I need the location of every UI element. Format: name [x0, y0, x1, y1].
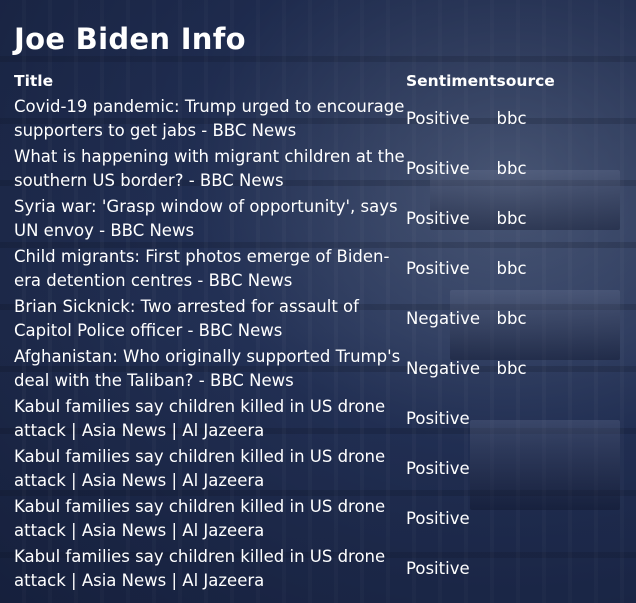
table-row: Kabul families say children killed in US… — [14, 544, 617, 594]
page-content: Joe Biden Info Title Sentiment source Co… — [0, 0, 636, 594]
table-row: Kabul families say children killed in US… — [14, 444, 617, 494]
row-source — [497, 444, 617, 494]
table-row: What is happening with migrant children … — [14, 144, 617, 194]
news-table: Title Sentiment source Covid-19 pandemic… — [14, 70, 617, 594]
row-source: bbc — [496, 159, 527, 178]
row-sentiment: Positive — [406, 409, 470, 428]
row-source: bbc — [496, 359, 527, 378]
row-sentiment: Positive — [406, 159, 470, 178]
table-row: Child migrants: First photos emerge of B… — [14, 244, 617, 294]
row-sentiment: Positive — [406, 459, 470, 478]
row-source: bbc — [496, 309, 527, 328]
row-title: Kabul families say children killed in US… — [14, 447, 386, 490]
row-sentiment: Negative — [406, 309, 481, 328]
row-sentiment: Positive — [406, 559, 470, 578]
row-title: What is happening with migrant children … — [14, 147, 405, 190]
row-source: bbc — [496, 259, 527, 278]
row-sentiment: Negative — [406, 359, 481, 378]
row-source — [497, 394, 617, 444]
row-sentiment: Positive — [406, 109, 470, 128]
row-title: Kabul families say children killed in US… — [14, 547, 386, 590]
row-source: bbc — [496, 109, 527, 128]
row-source — [497, 544, 617, 594]
table-row: Covid-19 pandemic: Trump urged to encour… — [14, 94, 617, 144]
row-source: bbc — [496, 209, 527, 228]
table-row: Afghanistan: Who originally supported Tr… — [14, 344, 617, 394]
row-title: Kabul families say children killed in US… — [14, 497, 386, 540]
table-row: Syria war: 'Grasp window of opportunity'… — [14, 194, 617, 244]
table-row: Brian Sicknick: Two arrested for assault… — [14, 294, 617, 344]
row-sentiment: Positive — [406, 259, 470, 278]
column-header-source: source — [496, 72, 555, 90]
row-title: Afghanistan: Who originally supported Tr… — [14, 347, 401, 390]
row-title: Brian Sicknick: Two arrested for assault… — [14, 297, 359, 340]
row-source — [497, 494, 617, 544]
row-sentiment: Positive — [406, 209, 470, 228]
row-sentiment: Positive — [406, 509, 470, 528]
row-title: Kabul families say children killed in US… — [14, 397, 386, 440]
table-row: Kabul families say children killed in US… — [14, 394, 617, 444]
row-title: Syria war: 'Grasp window of opportunity'… — [14, 197, 398, 240]
row-title: Covid-19 pandemic: Trump urged to encour… — [14, 97, 405, 140]
table-header-row: Title Sentiment source — [14, 70, 617, 94]
table-row: Kabul families say children killed in US… — [14, 494, 617, 544]
page-title: Joe Biden Info — [14, 22, 246, 56]
column-header-sentiment: Sentiment — [406, 72, 497, 90]
column-header-title: Title — [14, 72, 54, 90]
row-title: Child migrants: First photos emerge of B… — [14, 247, 390, 290]
